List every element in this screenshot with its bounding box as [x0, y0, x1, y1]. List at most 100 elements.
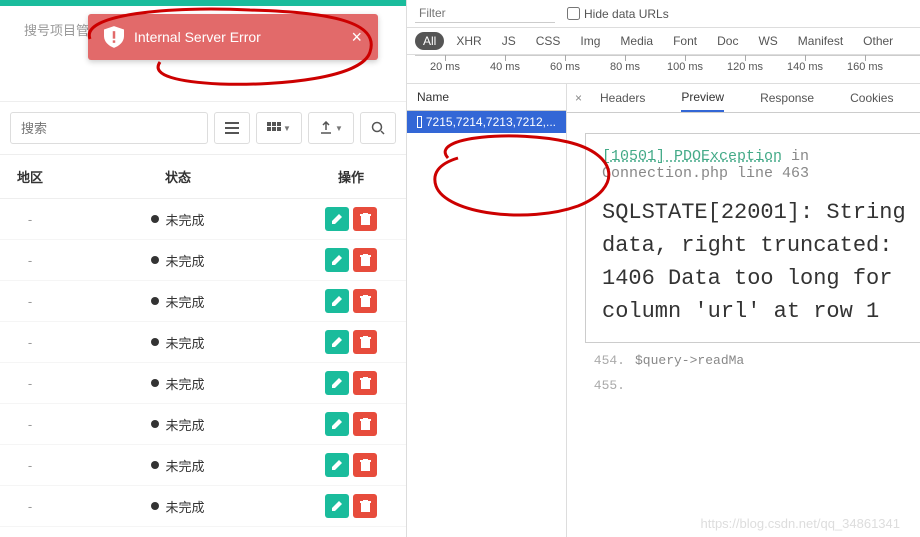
- tab-response[interactable]: Response: [760, 85, 814, 111]
- edit-button[interactable]: [325, 289, 349, 313]
- type-filter-media[interactable]: Media: [612, 32, 661, 50]
- cell-region: -: [0, 407, 60, 442]
- trash-icon: [360, 459, 371, 471]
- delete-button[interactable]: [353, 207, 377, 231]
- list-view-button[interactable]: [214, 112, 250, 144]
- tab-cookies[interactable]: Cookies: [850, 85, 893, 111]
- timeline-tick: 140 ms: [775, 61, 835, 73]
- hide-data-urls-input[interactable]: [567, 7, 580, 20]
- alert-close-icon[interactable]: ×: [351, 27, 362, 48]
- type-filter-all[interactable]: All: [415, 32, 444, 50]
- cell-status: 未完成: [60, 364, 296, 403]
- export-button[interactable]: ▼: [308, 112, 354, 144]
- request-list-header-label: Name: [417, 90, 449, 104]
- cell-action: [296, 363, 406, 403]
- type-filter-xhr[interactable]: XHR: [448, 32, 489, 50]
- pencil-icon: [331, 500, 343, 512]
- status-text: 未完成: [165, 336, 204, 351]
- error-exception-link[interactable]: [10501] PDOException: [602, 148, 782, 165]
- cell-action: [296, 199, 406, 239]
- timeline-tick: 120 ms: [715, 61, 775, 73]
- delete-button[interactable]: [353, 494, 377, 518]
- table-row: -未完成: [0, 240, 406, 281]
- trash-icon: [360, 254, 371, 266]
- list-icon: [225, 122, 239, 134]
- table-row: -未完成: [0, 363, 406, 404]
- toolbar: ▼ ▼: [0, 101, 406, 155]
- status-text: 未完成: [165, 295, 204, 310]
- timeline-baseline: [415, 55, 920, 56]
- delete-button[interactable]: [353, 412, 377, 436]
- request-list: Name 7215,7214,7213,7212,...: [407, 84, 567, 537]
- trash-icon: [360, 336, 371, 348]
- edit-button[interactable]: [325, 494, 349, 518]
- network-timeline[interactable]: 20 ms40 ms60 ms80 ms100 ms120 ms140 ms16…: [407, 55, 920, 84]
- pencil-icon: [331, 254, 343, 266]
- table-row: -未完成: [0, 445, 406, 486]
- status-dot-icon: [151, 461, 159, 469]
- type-filter-css[interactable]: CSS: [528, 32, 569, 50]
- close-detail-icon[interactable]: ×: [575, 85, 582, 111]
- grid-icon: [267, 122, 281, 134]
- type-filter-font[interactable]: Font: [665, 32, 705, 50]
- col-header-region[interactable]: 地区: [0, 155, 60, 198]
- grid-view-button[interactable]: ▼: [256, 112, 302, 144]
- tab-preview[interactable]: Preview: [681, 84, 724, 112]
- status-dot-icon: [151, 338, 159, 346]
- table-row: - 未完成: [0, 281, 406, 322]
- cell-region: -: [0, 243, 60, 278]
- cell-action: [296, 322, 406, 362]
- type-filter-img[interactable]: Img: [572, 32, 608, 50]
- trash-icon: [360, 377, 371, 389]
- delete-button[interactable]: [353, 371, 377, 395]
- cell-region: -: [0, 489, 60, 524]
- type-filter-other[interactable]: Other: [855, 32, 901, 50]
- timeline-tick: 20 ms: [415, 61, 475, 73]
- table-row: -未完成: [0, 199, 406, 240]
- cell-region: -: [0, 284, 60, 319]
- network-filter-input[interactable]: [415, 4, 555, 23]
- code-line: 454. $query->readMa: [585, 353, 920, 368]
- request-name: 7215,7214,7213,7212,...: [426, 115, 556, 129]
- col-header-status[interactable]: 状态: [60, 155, 296, 198]
- cell-region: -: [0, 448, 60, 483]
- trash-icon: [360, 500, 371, 512]
- cell-region: -: [0, 366, 60, 401]
- type-filter-manifest[interactable]: Manifest: [790, 32, 851, 50]
- request-item[interactable]: 7215,7214,7213,7212,...: [407, 111, 566, 133]
- edit-button[interactable]: [325, 330, 349, 354]
- file-icon: [417, 116, 422, 128]
- error-box: [10501] PDOException in Connection.php l…: [585, 133, 920, 343]
- devtools-panel: Hide data URLs AllXHR JSCSSImgMediaFontDo…: [407, 0, 920, 537]
- pencil-icon: [331, 213, 343, 225]
- alert-message: Internal Server Error: [134, 29, 351, 45]
- timeline-tick: 160 ms: [835, 61, 895, 73]
- line-code: [635, 378, 920, 393]
- cell-status: 未完成: [60, 282, 296, 321]
- edit-button[interactable]: [325, 248, 349, 272]
- edit-button[interactable]: [325, 371, 349, 395]
- delete-button[interactable]: [353, 289, 377, 313]
- request-list-header[interactable]: Name: [407, 84, 566, 111]
- delete-button[interactable]: [353, 248, 377, 272]
- type-filter-doc[interactable]: Doc: [709, 32, 746, 50]
- network-type-filters: AllXHR JSCSSImgMediaFontDocWS ManifestOthe…: [407, 28, 920, 55]
- preview-pane[interactable]: [10501] PDOException in Connection.php l…: [567, 113, 920, 537]
- cell-status: 未完成: [60, 200, 296, 239]
- search-input[interactable]: [10, 112, 208, 144]
- edit-button[interactable]: [325, 453, 349, 477]
- hide-data-urls-checkbox[interactable]: Hide data URLs: [567, 7, 669, 21]
- status-text: 未完成: [165, 213, 204, 228]
- type-filter-js[interactable]: JS: [494, 32, 524, 50]
- cell-action: [296, 404, 406, 444]
- edit-button[interactable]: [325, 412, 349, 436]
- search-button[interactable]: [360, 112, 396, 144]
- cell-status: 未完成: [60, 323, 296, 362]
- error-file-line[interactable]: Connection.php line 463: [602, 165, 920, 182]
- delete-button[interactable]: [353, 330, 377, 354]
- table-row: -未完成: [0, 404, 406, 445]
- delete-button[interactable]: [353, 453, 377, 477]
- tab-headers[interactable]: Headers: [600, 85, 645, 111]
- type-filter-ws[interactable]: WS: [750, 32, 785, 50]
- edit-button[interactable]: [325, 207, 349, 231]
